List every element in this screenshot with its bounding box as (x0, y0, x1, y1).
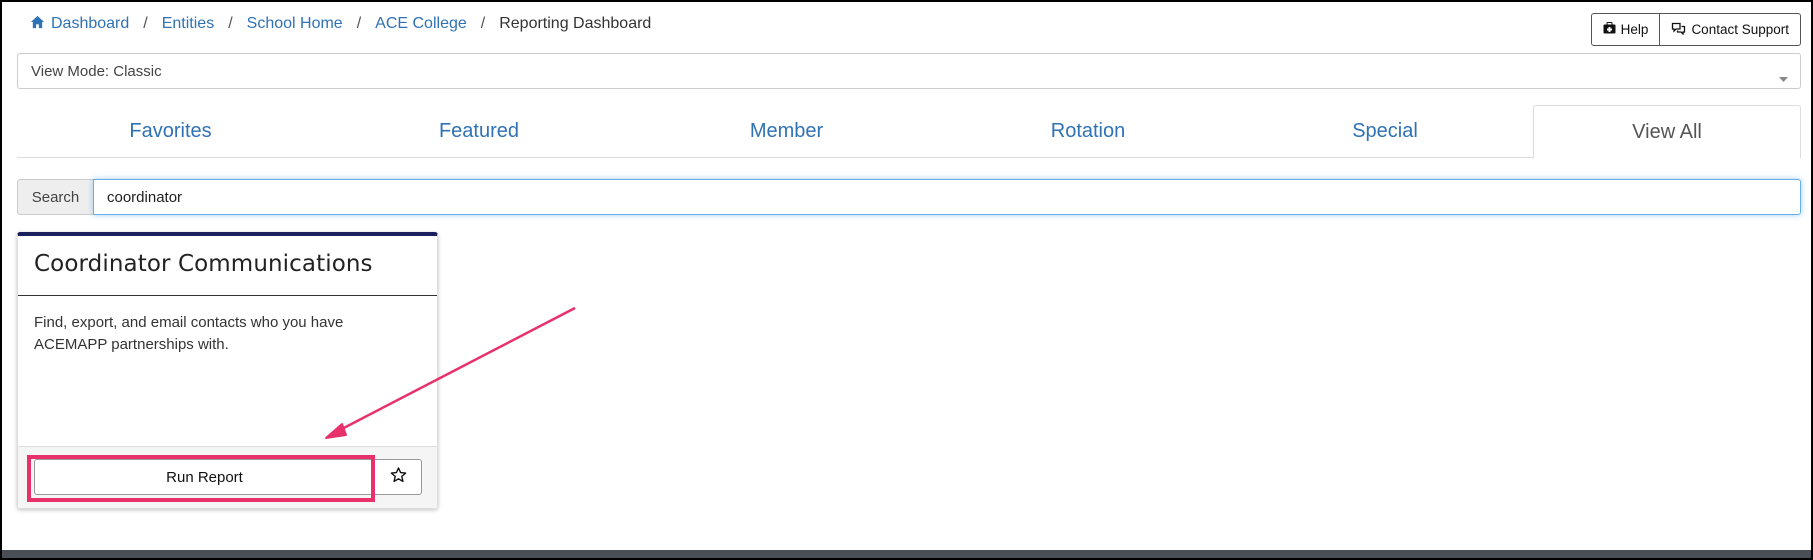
search-label: Search (17, 179, 93, 215)
caret-down-icon (1779, 69, 1788, 86)
breadcrumb-entities[interactable]: Entities (162, 15, 214, 33)
report-card-title: Coordinator Communications (18, 236, 437, 296)
breadcrumb-school-home[interactable]: School Home (247, 15, 343, 33)
breadcrumb-separator: / (480, 15, 486, 32)
bottom-bar (0, 550, 1813, 560)
header-button-group: Help Contact Support (1590, 13, 1801, 46)
breadcrumb-dashboard[interactable]: Dashboard (30, 15, 129, 33)
tab-featured[interactable]: Featured (324, 105, 634, 158)
breadcrumb-separator: / (143, 15, 148, 32)
breadcrumb-current: Reporting Dashboard (499, 15, 652, 32)
breadcrumb-dashboard-label: Dashboard (51, 15, 130, 32)
breadcrumb-separator: / (228, 15, 233, 32)
star-icon (390, 466, 407, 488)
report-card-description-line: Find, export, and email contacts who you… (34, 314, 344, 331)
home-icon (30, 15, 45, 29)
tab-rotation[interactable]: Rotation (939, 105, 1237, 158)
tab-view-all[interactable]: View All (1533, 105, 1801, 159)
contact-support-label: Contact Support (1691, 22, 1789, 37)
search-input[interactable] (93, 179, 1801, 215)
help-icon (1603, 22, 1616, 37)
report-tabs: Favorites Featured Member Rotation Speci… (17, 105, 1801, 159)
report-card-description-line: ACEMAPP partnerships with. (34, 336, 229, 353)
view-mode-value: View Mode: Classic (31, 62, 162, 80)
annotation-highlight-box (27, 455, 375, 502)
tab-special[interactable]: Special (1237, 105, 1533, 158)
tab-member[interactable]: Member (634, 105, 939, 158)
breadcrumb: Dashboard / Entities / School Home / ACE… (30, 14, 651, 34)
help-label: Help (1620, 22, 1649, 37)
favorite-button[interactable] (374, 459, 422, 495)
chat-icon (1671, 22, 1686, 38)
breadcrumb-separator: / (356, 15, 362, 32)
breadcrumb-ace-college[interactable]: ACE College (375, 15, 467, 33)
contact-support-button[interactable]: Contact Support (1660, 13, 1801, 46)
view-mode-select[interactable]: View Mode: Classic (17, 53, 1801, 89)
help-button[interactable]: Help (1590, 13, 1661, 46)
report-card-description: Find, export, and email contacts who you… (18, 296, 437, 448)
tab-favorites[interactable]: Favorites (17, 105, 324, 158)
